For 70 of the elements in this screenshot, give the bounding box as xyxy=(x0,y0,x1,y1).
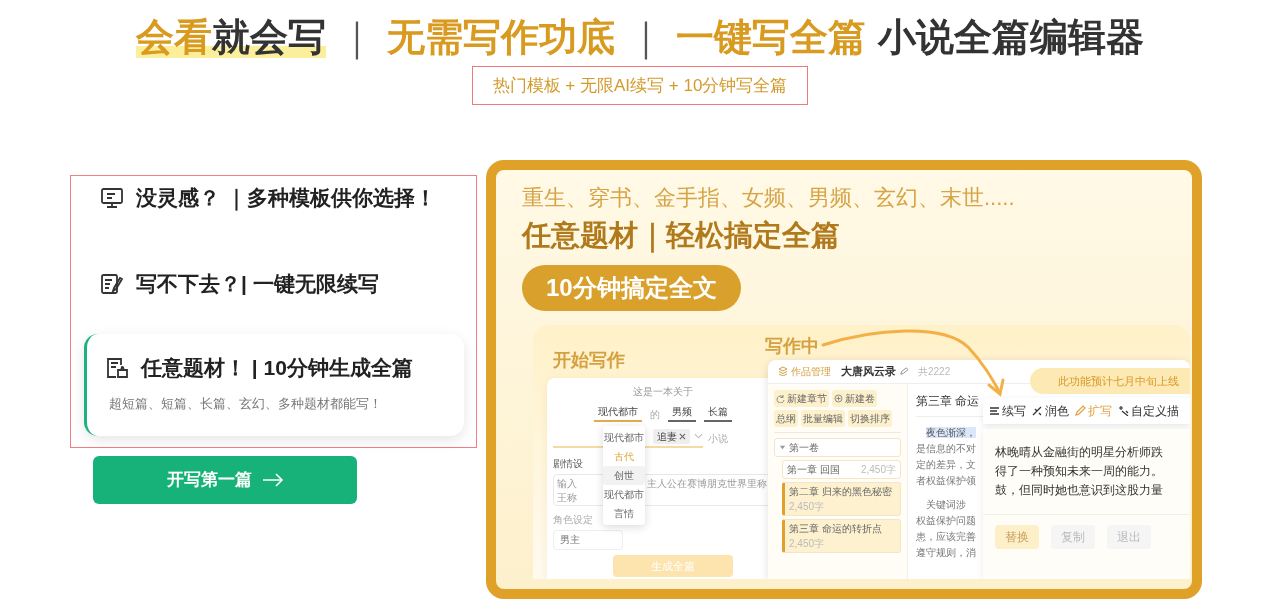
genre-list: 重生、穿书、金手指、女频、男频、玄幻、末世..... xyxy=(522,184,1192,213)
sidebar-action-button[interactable]: 总纲 xyxy=(774,409,798,427)
field-text: 主人公在赛博朋克世界里称 xyxy=(647,477,767,489)
role-field[interactable]: 男主 xyxy=(553,529,623,550)
step-label: 写作中 xyxy=(765,334,819,358)
sidebar-action-button[interactable]: 切换排序 xyxy=(848,409,892,427)
chapter-item[interactable]: 第二章 归来的黑色秘密 2,450字 xyxy=(782,481,901,516)
sidebar-action-button[interactable]: 新建卷 xyxy=(832,389,877,407)
chapter-item[interactable]: 第一章 回国 2,450字 xyxy=(782,459,901,479)
sidebar-action-button[interactable]: 批量编辑 xyxy=(801,409,845,427)
wand-icon xyxy=(1032,405,1043,417)
field-text: 输入 xyxy=(557,477,577,489)
select-field[interactable]: 长篇 xyxy=(704,403,732,422)
pencil-icon xyxy=(899,366,908,376)
field-text: 王称 xyxy=(557,491,577,503)
body-paragraph: 夜色渐深， 是信息的不对 定的差异，文 者权益保护领 xyxy=(916,425,976,488)
sidebar-action-button[interactable]: 新建章节 xyxy=(774,389,829,407)
field-label: 角色设定 xyxy=(553,512,593,527)
tag-chip: 追妻 xyxy=(653,428,690,444)
body-paragraph: 关键词涉 权益保护问题 患，应该完善 遵守规则，消 xyxy=(916,497,976,560)
subtitle-box: 热门模板 + 无限AI续写 + 10分钟写全篇 xyxy=(471,65,809,105)
dropdown-item[interactable]: 言情 xyxy=(603,503,645,523)
chapter-item[interactable]: 第三章 命运的转折点 2,450字 xyxy=(782,518,901,553)
suffix-text: 小说 xyxy=(708,431,728,446)
plus-circle-icon xyxy=(834,393,843,403)
lines-icon xyxy=(989,405,1000,417)
chapter-name: 第二章 归来的黑色秘密 xyxy=(789,484,892,499)
field-label: 剧情设 xyxy=(553,456,583,471)
ai-tool-tab[interactable]: 润色 xyxy=(1032,401,1069,420)
feature-card[interactable]: 任意题材！ | 10分钟生成全篇 超短篇、短篇、长篇、玄幻、多种题材都能写！ xyxy=(84,334,464,436)
feature-description: 超短篇、短篇、长篇、玄幻、多种题材都能写！ xyxy=(109,395,383,413)
select-field[interactable]: 男频 xyxy=(668,403,696,422)
volume-row[interactable]: 第一卷 xyxy=(774,437,901,457)
word-count: 2,450字 xyxy=(860,462,896,477)
joiner-text: 的 xyxy=(650,407,660,422)
word-total: 共2222 xyxy=(918,364,951,379)
notepad-pen-icon xyxy=(100,272,124,296)
chapter-name: 第一章 回国 xyxy=(787,462,840,477)
monitor-icon xyxy=(100,186,124,210)
section-label: 作品管理 xyxy=(778,363,831,379)
feature-title: 任意题材！ | 10分钟生成全篇 xyxy=(141,355,413,382)
result-text-line: 得了一种预知未来一周的能力。 xyxy=(995,463,1164,481)
dropdown-item[interactable]: 现代都市 xyxy=(603,427,645,447)
notice-banner: 此功能预计七月中旬上线 xyxy=(1030,367,1190,395)
refresh-icon xyxy=(776,393,785,403)
word-count: 2,450字 xyxy=(789,499,825,514)
arrow-icon xyxy=(261,473,284,487)
feature-title: 没灵感？ ｜多种模板供你选择！ xyxy=(136,185,436,213)
step-label: 开始写作 xyxy=(553,348,625,372)
document-thumb-icon xyxy=(105,356,129,380)
select-field[interactable]: 现代都市 xyxy=(594,403,642,422)
dropdown-item[interactable]: 现代都市 xyxy=(603,484,645,504)
word-count: 2,450字 xyxy=(789,536,825,551)
sparkle-icon xyxy=(1118,405,1129,417)
stack-icon xyxy=(778,366,788,377)
ai-tool-tab[interactable]: 续写 xyxy=(989,401,1026,420)
ai-tool-tab[interactable]: 自定义描 xyxy=(1118,401,1179,420)
page-headline: 会看就会写 ｜ 无需写作功底 ｜ 一键写全篇 小说全篇编辑器 xyxy=(136,15,1144,62)
book-title: 大唐风云录 xyxy=(841,364,896,380)
chevron-icon xyxy=(694,433,703,440)
close-icon xyxy=(679,432,686,440)
pen-icon xyxy=(1075,405,1086,417)
chapter-heading: 第三章 命运 xyxy=(916,392,980,410)
result-text-line: 林晚晴从金融街的明星分析师跌 xyxy=(995,443,1164,461)
chapter-name: 第三章 命运的转折点 xyxy=(789,521,882,536)
result-text-line: 鼓，但同时她也意识到这股力量 xyxy=(995,482,1164,500)
highlight-pill: 10分钟搞定全文 xyxy=(522,264,741,311)
showcase-heading: 任意题材｜轻松搞定全篇 xyxy=(522,217,841,253)
feature-title: 写不下去？| 一键无限续写 xyxy=(136,271,379,298)
dropdown-item[interactable]: 创世 xyxy=(603,465,645,485)
